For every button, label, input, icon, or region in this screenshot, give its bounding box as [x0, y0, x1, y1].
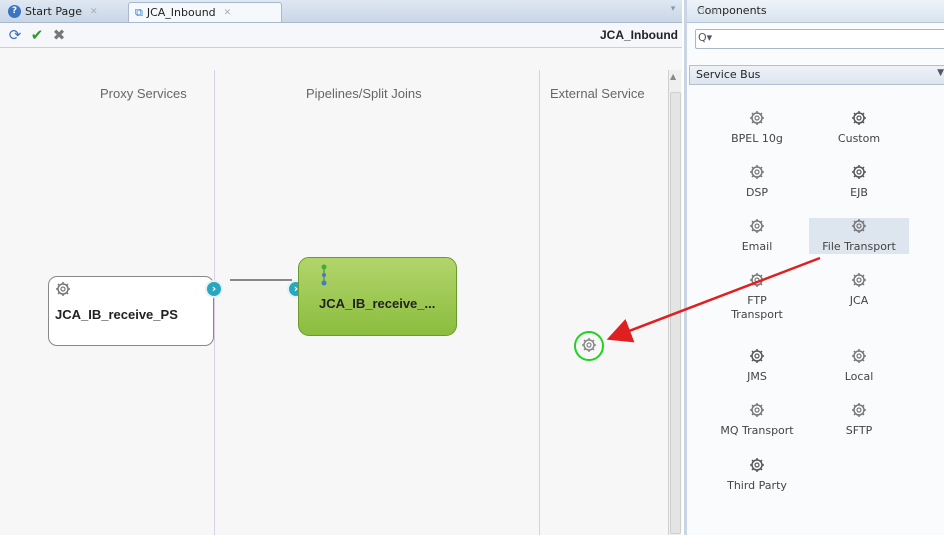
column-header-pipelines: Pipelines/Split Joins	[306, 86, 422, 101]
tab-label-start-page: Start Page	[25, 5, 82, 18]
gear-icon	[707, 218, 807, 236]
pipeline-node[interactable]: JCA_IB_receive_...	[298, 257, 457, 336]
close-icon[interactable]: ✕	[224, 8, 232, 18]
component-label: JMS	[747, 370, 767, 383]
panel-controls-icon[interactable]: ▫ ▭	[697, 4, 941, 17]
component-item-third-party[interactable]: Third Party	[707, 457, 807, 493]
help-icon: ?	[8, 5, 21, 18]
gear-icon	[55, 281, 71, 300]
component-item-custom[interactable]: Custom	[809, 110, 909, 146]
column-divider	[539, 70, 540, 535]
ejb-gear-icon	[809, 164, 909, 182]
pipeline-label: JCA_IB_receive_...	[319, 296, 436, 311]
component-item-ejb[interactable]: EJB	[809, 164, 909, 200]
document-title: JCA_Inbound	[600, 28, 678, 42]
scrollbar-thumb[interactable]	[670, 92, 681, 534]
component-item-jms[interactable]: JMS	[707, 348, 807, 384]
composite-icon: ⧉	[135, 5, 143, 19]
component-item-sftp[interactable]: SFTP	[809, 402, 909, 438]
drop-target-ring[interactable]	[574, 331, 604, 361]
validate-check-icon[interactable]: ✔	[28, 26, 46, 44]
component-label: DSP	[745, 186, 769, 199]
component-item-mq-transport[interactable]: MQ Transport	[707, 402, 807, 438]
refresh-icon[interactable]: ⟳	[6, 26, 24, 44]
component-item-ftp-transport[interactable]: FTP Transport	[707, 272, 807, 322]
wire-connector	[230, 279, 292, 281]
tab-label-jca-inbound: JCA_Inbound	[146, 6, 216, 19]
component-search-input[interactable]: Q▾	[695, 29, 944, 49]
editor-toolbar: ⟳ ✔ ✖ JCA_Inbound	[0, 23, 682, 48]
component-label: SFTP	[845, 424, 873, 437]
component-item-file-transport[interactable]: File Transport	[809, 218, 909, 254]
close-icon[interactable]: ✕	[90, 7, 98, 17]
component-label: FTP Transport	[731, 294, 783, 321]
canvas-scrollbar[interactable]: ▲	[668, 70, 681, 535]
category-select[interactable]: Service Bus ▼	[689, 65, 944, 85]
chevron-down-icon: ▼	[937, 68, 944, 78]
panel-title-bar: Components ▫ ▭	[687, 0, 944, 23]
scroll-up-icon[interactable]: ▲	[670, 72, 676, 81]
search-icon: Q▾	[698, 31, 713, 44]
component-item-dsp[interactable]: DSP	[707, 164, 807, 200]
component-label: Custom	[837, 132, 881, 145]
gear-icon	[707, 110, 807, 128]
gear-icon	[707, 272, 807, 290]
local-gear-icon	[809, 348, 909, 366]
gear-icon	[809, 402, 909, 420]
pipeline-icon	[319, 264, 329, 289]
proxy-service-label: JCA_IB_receive_PS	[55, 307, 178, 322]
custom-gear-icon	[809, 110, 909, 128]
tab-list-icon[interactable]: ▾	[666, 4, 680, 18]
component-label: Third Party	[727, 479, 787, 492]
components-panel: Components ▫ ▭ Q▾ Service Bus ▼ BPEL 10g…	[684, 0, 944, 535]
component-label: MQ Transport	[720, 424, 794, 437]
gear-icon	[707, 164, 807, 182]
column-divider	[214, 70, 215, 535]
component-label: Local	[844, 370, 874, 383]
component-item-jca[interactable]: JCA	[809, 272, 909, 308]
component-item-bpel-10g[interactable]: BPEL 10g	[707, 110, 807, 146]
jms-gear-icon	[707, 348, 807, 366]
delete-x-icon[interactable]: ✖	[50, 26, 68, 44]
tab-start-page[interactable]: ? Start Page ✕	[2, 2, 139, 21]
category-select-value: Service Bus	[696, 68, 761, 81]
component-label: File Transport	[822, 240, 896, 253]
component-label: JCA	[849, 294, 869, 307]
column-header-proxy-services: Proxy Services	[100, 86, 187, 101]
editor-tab-bar: ? Start Page ✕ ⧉ JCA_Inbound ✕ ▾	[0, 0, 682, 23]
component-item-local[interactable]: Local	[809, 348, 909, 384]
component-label: Email	[741, 240, 773, 253]
gear-icon	[809, 218, 909, 236]
component-label: BPEL 10g	[731, 132, 783, 145]
gear-icon	[581, 337, 597, 356]
proxy-service-node[interactable]: JCA_IB_receive_PS	[48, 276, 214, 346]
third-party-icon	[707, 457, 807, 475]
gear-icon	[809, 272, 909, 290]
component-item-email[interactable]: Email	[707, 218, 807, 254]
column-header-external-services: External Service	[550, 86, 645, 101]
gear-icon	[707, 402, 807, 420]
proxy-output-port-icon[interactable]: ›	[205, 280, 223, 298]
component-label: EJB	[850, 186, 868, 199]
tab-jca-inbound[interactable]: ⧉ JCA_Inbound ✕	[128, 2, 282, 22]
